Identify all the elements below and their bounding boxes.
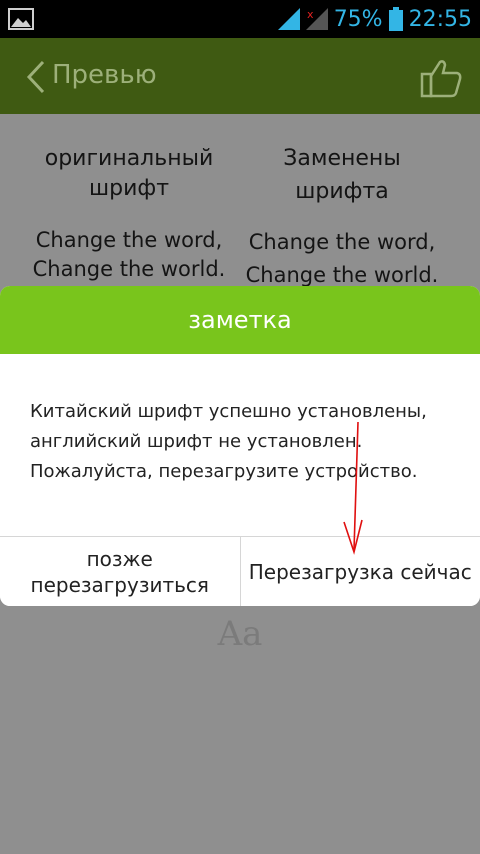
reboot-now-button[interactable]: Перезагрузка сейчас — [240, 537, 480, 606]
dialog-title: заметка — [0, 286, 480, 354]
reboot-later-button[interactable]: позже перезагрузиться — [0, 537, 241, 606]
page-title[interactable]: Превью — [52, 60, 157, 90]
battery-icon — [388, 7, 403, 31]
signal-no-sim-icon: x — [305, 8, 328, 30]
replaced-font-column: Заменены шрифта Change the word, Change … — [244, 142, 440, 292]
signal-icon — [277, 8, 300, 30]
replaced-font-label: Заменены шрифта — [283, 146, 401, 204]
image-icon — [8, 8, 34, 30]
reboot-dialog: заметка Китайский шрифт успешно установл… — [0, 286, 480, 606]
battery-percent: 75% — [333, 6, 383, 32]
svg-text:x: x — [307, 8, 314, 21]
original-font-label: оригинальный шрифт — [44, 146, 214, 201]
status-bar: x 75% 22:55 — [0, 0, 480, 38]
original-font-sample: Change the word, Change the world. — [32, 228, 226, 281]
dialog-message: Китайский шрифт успешно установлены, анг… — [30, 401, 427, 482]
app-bar: Превью — [0, 38, 480, 114]
clock: 22:55 — [408, 6, 472, 32]
replaced-font-sample: Change the word, Change the world. — [245, 230, 439, 287]
thumbs-up-icon[interactable] — [420, 58, 462, 98]
dialog-buttons: позже перезагрузиться Перезагрузка сейча… — [0, 536, 480, 606]
status-icons: x 75% 22:55 — [277, 4, 472, 34]
font-sample-text: Aa — [217, 614, 263, 654]
original-font-column: оригинальный шрифт Change the word, Chan… — [20, 144, 238, 284]
chevron-left-icon[interactable] — [26, 60, 46, 94]
